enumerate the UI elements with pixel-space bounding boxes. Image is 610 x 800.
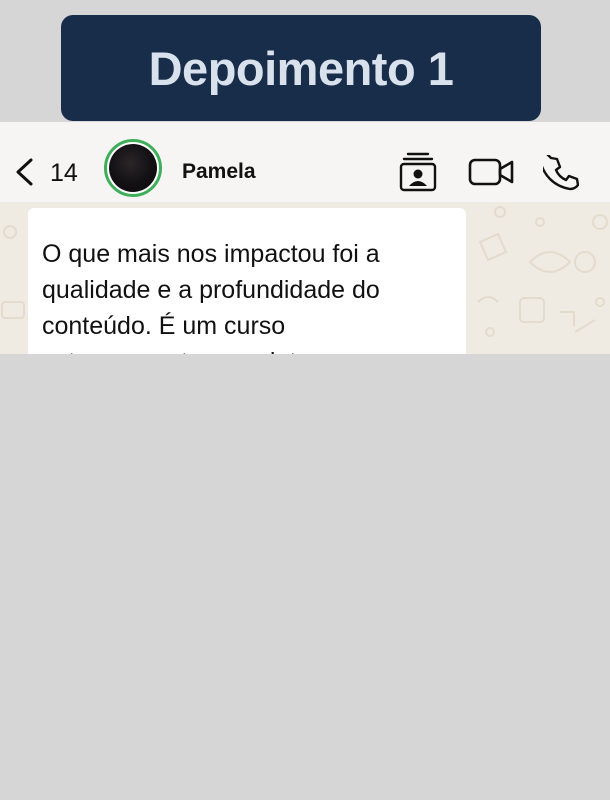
message-line: conteúdo. É um curso [42,312,286,340]
testimonial-banner: Depoimento 1 [61,15,541,121]
banner-title: Depoimento 1 [148,41,454,95]
message-line: qualidade e a profundidade do [42,276,380,304]
message-line: extremamente completo [42,344,452,354]
message-line: O que mais nos impactou foi a [42,240,380,268]
message-text: O que mais nos impactou foi a qualidade … [42,236,452,354]
message-clip: O que mais nos impactou foi a qualidade … [0,122,610,354]
